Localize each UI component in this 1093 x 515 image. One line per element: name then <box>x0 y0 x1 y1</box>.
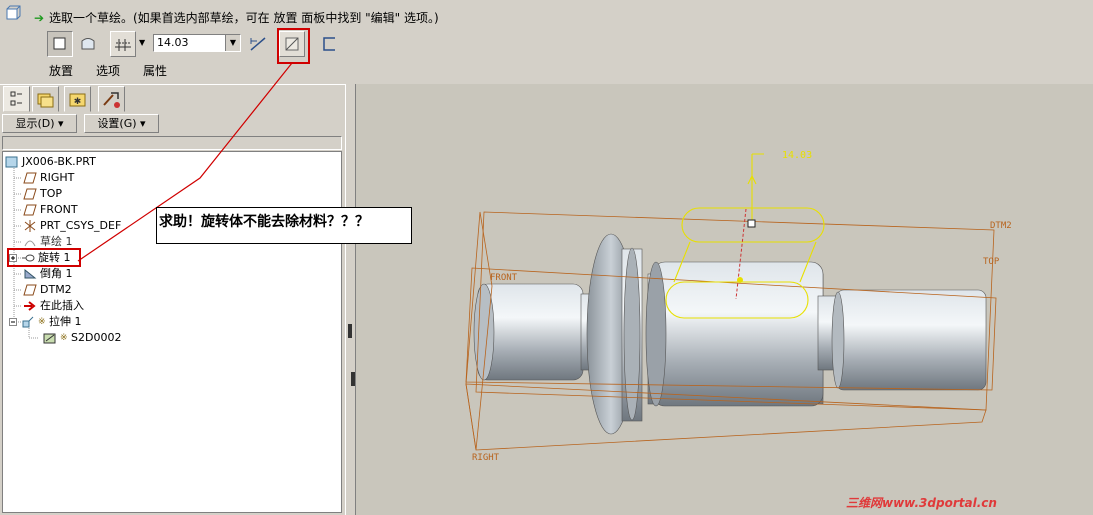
viewport-dimension[interactable]: 14.03 <box>782 150 812 161</box>
tree-item-extrude1[interactable]: ※ 拉伸 1 <box>9 314 82 330</box>
feature-dashboard: ➔ 选取一个草绘。(如果首选内部草绘，可在 放置 面板中找到 "编辑" 选项。) … <box>0 0 1093 85</box>
surface-type-button[interactable] <box>75 31 101 57</box>
thicken-sketch-button[interactable] <box>316 31 342 57</box>
section-icon <box>43 332 57 344</box>
collapse-minus-icon[interactable] <box>9 316 18 328</box>
tree-item-front[interactable]: FRONT <box>23 202 78 218</box>
tree-item-csys[interactable]: PRT_CSYS_DEF <box>23 218 121 234</box>
site-watermark: 三维网www.3dportal.cn <box>846 496 997 510</box>
datum-plane-icon <box>23 284 37 296</box>
datum-label-right: RIGHT <box>472 453 500 463</box>
part-icon <box>5 156 19 168</box>
datum-label-front: FRONT <box>490 273 518 283</box>
remove-material-highlight <box>277 28 310 64</box>
svg-text:※: ※ <box>60 333 68 343</box>
tab-options[interactable]: 选项 <box>96 62 120 79</box>
datum-label-top: TOP <box>983 257 1000 267</box>
tab-connections[interactable] <box>98 86 125 112</box>
navigator-panel: ✱ 显示(D) ▾ 设置(G) ▾ JX006-BK.PRT RIGHT TOP… <box>0 84 345 515</box>
panel-splitter[interactable] <box>345 84 356 515</box>
tree-item-section[interactable]: ※ S2D0002 <box>43 330 121 346</box>
svg-text:※: ※ <box>38 317 46 327</box>
tree-column-header <box>2 136 342 150</box>
tree-item-right[interactable]: RIGHT <box>23 170 74 186</box>
collapse-left-handle[interactable] <box>348 324 352 338</box>
depth-value-field[interactable]: 14.03 ▼ <box>153 34 241 52</box>
svg-text:✱: ✱ <box>74 97 82 107</box>
tree-item-insert-here[interactable]: 在此插入 <box>23 298 84 314</box>
message-prompt: ➔ 选取一个草绘。(如果首选内部草绘，可在 放置 面板中找到 "编辑" 选项。) <box>34 11 439 25</box>
depth-option-button[interactable] <box>110 31 136 57</box>
settings-menu-button[interactable]: 设置(G) ▾ <box>84 114 159 133</box>
help-callout: 求助！旋转体不能去除材料？？？ <box>156 207 412 244</box>
solid-type-button[interactable] <box>47 31 73 57</box>
drag-handle[interactable] <box>747 219 756 228</box>
tree-item-top[interactable]: TOP <box>23 186 62 202</box>
new-feature-star-icon: ※ <box>60 332 68 344</box>
tree-item-part[interactable]: JX006-BK.PRT <box>5 154 96 170</box>
insert-arrow-icon <box>23 300 37 312</box>
datum-plane-icon <box>23 204 37 216</box>
tab-properties[interactable]: 属性 <box>143 62 167 79</box>
csys-icon <box>23 220 37 232</box>
sketch-icon <box>23 236 37 248</box>
extrude-icon <box>21 316 35 328</box>
flip-direction-button[interactable] <box>245 31 271 57</box>
tab-model-tree[interactable] <box>3 86 30 112</box>
expand-right-handle[interactable] <box>351 372 355 386</box>
datum-plane-icon <box>23 172 37 184</box>
revolve-item-highlight <box>7 248 81 267</box>
prompt-arrow-icon: ➔ <box>34 11 45 25</box>
depth-handle[interactable] <box>737 277 743 283</box>
tab-favorites[interactable]: ✱ <box>64 86 91 112</box>
model-tree: JX006-BK.PRT RIGHT TOP FRONT PRT_CSYS_DE… <box>2 151 342 513</box>
tree-item-chamfer1[interactable]: 倒角 1 <box>23 266 73 282</box>
revolve-feature-icon <box>4 4 22 22</box>
tree-item-dtm2[interactable]: DTM2 <box>23 282 72 298</box>
new-feature-star-icon: ※ <box>38 316 46 328</box>
revolved-shaft[interactable] <box>473 233 987 435</box>
tab-folder-browser[interactable] <box>32 86 59 112</box>
tab-placement[interactable]: 放置 <box>49 62 73 79</box>
datum-plane-icon <box>23 188 37 200</box>
depth-value-dropdown-icon[interactable]: ▼ <box>225 35 240 51</box>
datum-label-dtm2: DTM2 <box>990 221 1012 231</box>
chamfer-icon <box>23 268 37 280</box>
model-view: 14.03 DTM2 TOP FRONT RIGHT <box>465 150 1012 463</box>
graphics-viewport[interactable]: 14.03 DTM2 TOP FRONT RIGHT <box>356 84 1093 515</box>
show-menu-button[interactable]: 显示(D) ▾ <box>2 114 77 133</box>
panel-top-edge <box>0 84 345 85</box>
depth-option-dropdown-icon[interactable]: ▼ <box>139 38 145 47</box>
